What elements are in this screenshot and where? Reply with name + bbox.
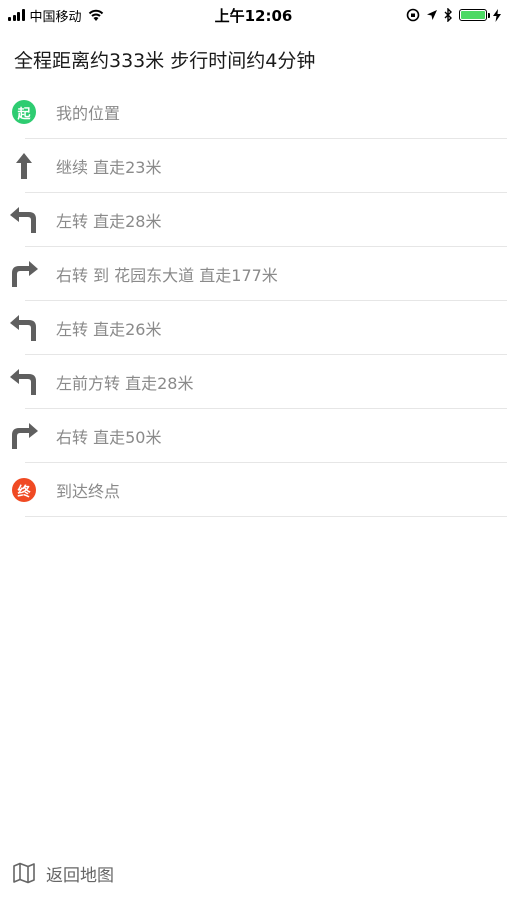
map-icon [13, 862, 35, 884]
bluetooth-icon [444, 8, 452, 22]
location-arrow-icon [427, 10, 437, 20]
step-label: 我的位置 [56, 104, 121, 123]
icon-slot [0, 409, 56, 463]
step-label: 右转 到 花园东大道 直走177米 [56, 266, 278, 285]
turn-left-icon [10, 369, 36, 395]
start-badge: 起 [12, 100, 36, 124]
step-label: 左前方转 直走28米 [56, 374, 194, 393]
step-label: 到达终点 [56, 482, 121, 501]
step-label: 右转 直走50米 [56, 428, 162, 447]
arrow-up-icon [16, 153, 32, 179]
route-steps-list: 起 我的位置 继续 直走23米 左转 直走28米 右转 到 花园东大道 直走17… [0, 85, 507, 517]
icon-slot [0, 355, 56, 409]
route-step-end[interactable]: 终 到达终点 [0, 463, 507, 517]
status-bar: 中国移动 上午12:06 [0, 0, 507, 30]
step-label: 左转 直走26米 [56, 320, 162, 339]
battery-fill [461, 11, 485, 19]
icon-slot [0, 193, 56, 247]
icon-slot: 终 [0, 463, 56, 517]
back-to-map-button[interactable]: 返回地图 [12, 858, 114, 888]
rotation-lock-icon [406, 8, 420, 22]
icon-slot: 起 [0, 85, 56, 139]
route-step-3[interactable]: 左转 直走28米 [0, 193, 507, 247]
icon-slot [0, 139, 56, 193]
turn-left-icon [10, 207, 36, 233]
route-step-4[interactable]: 右转 到 花园东大道 直走177米 [0, 247, 507, 301]
icon-slot [0, 301, 56, 355]
charging-icon [493, 8, 501, 22]
step-label: 继续 直走23米 [56, 158, 162, 177]
battery-icon [459, 9, 490, 21]
end-badge: 终 [12, 478, 36, 502]
route-step-5[interactable]: 左转 直走26米 [0, 301, 507, 355]
status-right [406, 0, 501, 30]
turn-right-icon [12, 261, 38, 287]
route-step-7[interactable]: 右转 直走50米 [0, 409, 507, 463]
back-to-map-label: 返回地图 [46, 865, 114, 886]
turn-right-icon [12, 423, 38, 449]
icon-slot [0, 247, 56, 301]
route-summary: 全程距离约333米 步行时间约4分钟 [14, 50, 316, 72]
route-step-start[interactable]: 起 我的位置 [0, 85, 507, 139]
route-step-6[interactable]: 左前方转 直走28米 [0, 355, 507, 409]
route-step-2[interactable]: 继续 直走23米 [0, 139, 507, 193]
step-label: 左转 直走28米 [56, 212, 162, 231]
turn-left-icon [10, 315, 36, 341]
